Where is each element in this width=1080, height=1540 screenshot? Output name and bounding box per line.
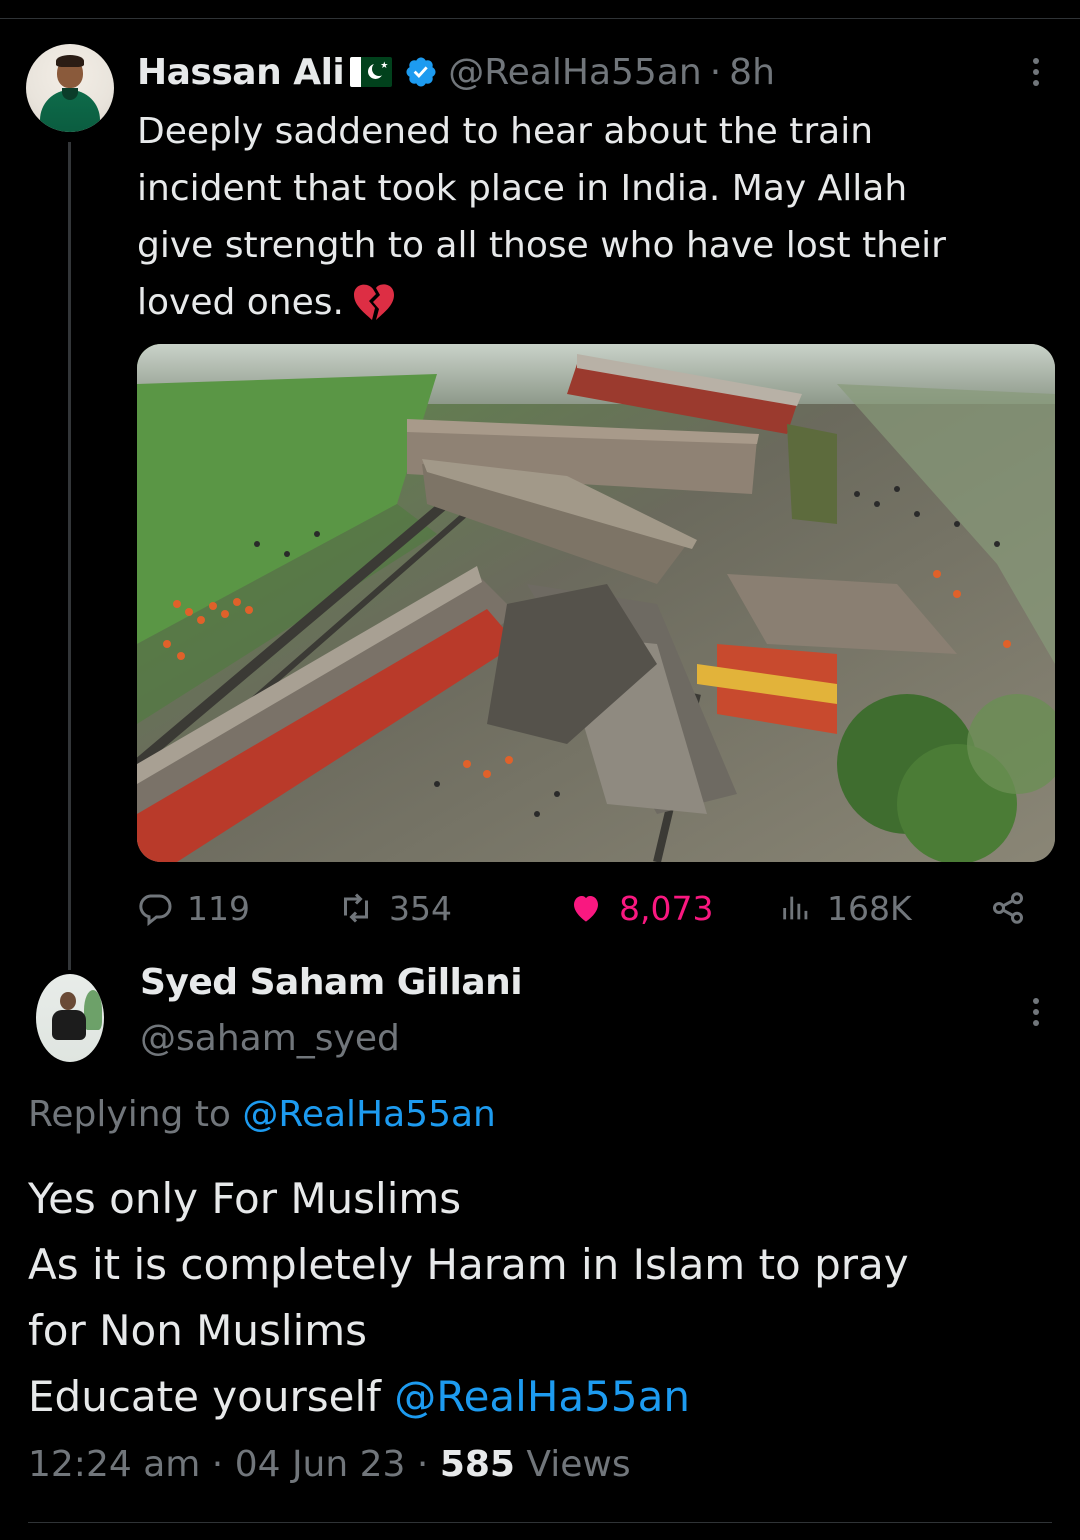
- tweet-text-line-end: loved ones.: [137, 282, 344, 323]
- share-icon: [993, 892, 1023, 924]
- author-name[interactable]: Hassan Ali: [137, 52, 345, 93]
- separator-dot: ·: [416, 1444, 429, 1485]
- tweet-photo-train-accident[interactable]: [137, 344, 1055, 862]
- tweet-text-line: give strength to all those who have lost…: [137, 225, 946, 266]
- pakistan-flag-icon: ★: [350, 57, 393, 87]
- reply-icon: [139, 894, 172, 926]
- thread-connector-line: [68, 142, 71, 970]
- reply-views-label: Views: [526, 1444, 631, 1485]
- reply-author-name[interactable]: Syed Saham Gillani: [140, 962, 523, 1003]
- views-button[interactable]: 168K: [779, 880, 912, 936]
- top-divider: [0, 18, 1080, 19]
- tweet-time[interactable]: 8h: [729, 52, 775, 93]
- replying-to-handle-link[interactable]: @RealHa55an: [242, 1094, 495, 1135]
- replying-to-line: Replying to @RealHa55an: [28, 1094, 496, 1135]
- tweet-header: Hassan Ali ★ @RealHa55an · 8h: [137, 48, 775, 96]
- tweet-text-line: incident that took place in India. May A…: [137, 168, 908, 209]
- retweet-button[interactable]: 354: [337, 880, 452, 936]
- author-avatar[interactable]: [26, 44, 114, 132]
- retweet-icon: [344, 893, 368, 923]
- tweet-text: Deeply saddened to hear about the train …: [137, 103, 1037, 331]
- verified-badge-icon[interactable]: [404, 55, 438, 89]
- replying-to-label: Replying to: [28, 1094, 231, 1135]
- reply-text-line: for Non Muslims: [28, 1306, 368, 1355]
- reply-author-handle[interactable]: @saham_syed: [140, 1018, 400, 1059]
- views-count: 168K: [827, 888, 912, 928]
- reply-time[interactable]: 12:24 am: [28, 1444, 200, 1485]
- reply-views-count[interactable]: 585: [440, 1444, 515, 1485]
- more-options-icon[interactable]: [1026, 996, 1046, 1028]
- reply-button[interactable]: 119: [137, 880, 250, 936]
- reply-text-line: As it is completely Haram in Islam to pr…: [28, 1240, 909, 1289]
- share-button[interactable]: [989, 880, 1041, 936]
- tweet-text-line: Deeply saddened to hear about the train: [137, 111, 874, 152]
- retweet-count: 354: [389, 888, 452, 928]
- reply-count: 119: [187, 888, 250, 928]
- mention-link[interactable]: @RealHa55an: [394, 1372, 690, 1421]
- views-icon: [783, 896, 808, 920]
- more-options-icon[interactable]: [1026, 56, 1046, 88]
- reply-text-line: Educate yourself @RealHa55an: [28, 1364, 1048, 1430]
- like-icon: [574, 896, 598, 922]
- broken-heart-icon: [353, 284, 394, 320]
- reply-text: Yes only For Muslims As it is completely…: [28, 1166, 1048, 1430]
- separator-dot: ·: [709, 51, 722, 93]
- reply-date[interactable]: 04 Jun 23: [235, 1444, 406, 1485]
- author-handle[interactable]: @RealHa55an: [448, 52, 701, 93]
- reply-author-avatar[interactable]: [36, 974, 104, 1062]
- reply-text-line: Yes only For Muslims: [28, 1174, 462, 1223]
- tweet-text-line: loved ones.: [137, 274, 1037, 331]
- separator-dot: ·: [211, 1444, 224, 1485]
- reply-metadata: 12:24 am · 04 Jun 23 · 585 Views: [28, 1444, 631, 1485]
- like-button[interactable]: 8,073: [567, 880, 713, 936]
- like-count: 8,073: [619, 888, 714, 928]
- reply-text-line-end: Educate yourself: [28, 1372, 381, 1421]
- tweet-action-bar: 119 354 8,073 168K: [137, 880, 1037, 936]
- bottom-divider: [28, 1522, 1052, 1523]
